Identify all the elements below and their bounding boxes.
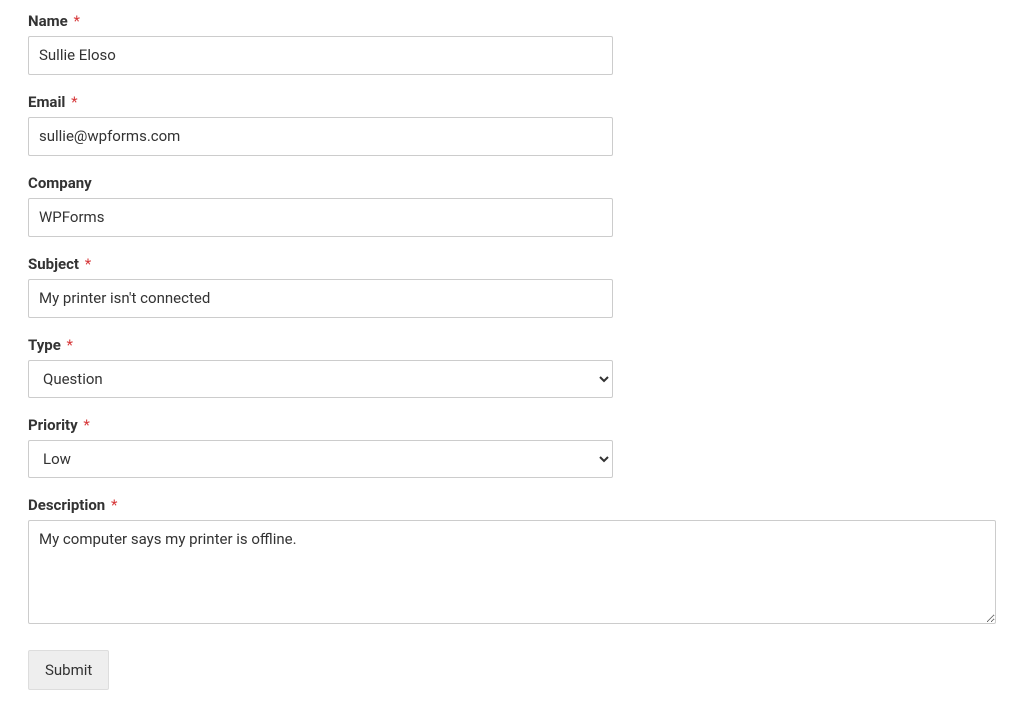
name-input[interactable] <box>28 36 613 75</box>
type-field-group: Type * Question <box>28 336 996 398</box>
type-label: Type * <box>28 336 996 354</box>
description-field-group: Description * <box>28 496 996 628</box>
subject-label: Subject * <box>28 255 996 273</box>
description-textarea[interactable] <box>28 520 996 624</box>
email-label: Email * <box>28 93 996 111</box>
description-label-text: Description <box>28 496 105 514</box>
required-asterisk: * <box>111 496 117 514</box>
support-ticket-form: Name * Email * Company Subject * Type * … <box>28 12 996 690</box>
company-label-text: Company <box>28 174 92 192</box>
required-asterisk: * <box>83 416 89 434</box>
priority-label: Priority * <box>28 416 996 434</box>
submit-button[interactable]: Submit <box>28 650 109 690</box>
priority-select[interactable]: Low <box>28 440 613 478</box>
required-asterisk: * <box>85 255 91 273</box>
email-input[interactable] <box>28 117 613 156</box>
type-select[interactable]: Question <box>28 360 613 398</box>
description-label: Description * <box>28 496 996 514</box>
company-label: Company <box>28 174 996 192</box>
required-asterisk: * <box>71 93 77 111</box>
subject-input[interactable] <box>28 279 613 318</box>
company-input[interactable] <box>28 198 613 237</box>
type-label-text: Type <box>28 336 61 354</box>
company-field-group: Company <box>28 174 996 237</box>
name-label-text: Name <box>28 12 68 30</box>
priority-label-text: Priority <box>28 416 78 434</box>
required-asterisk: * <box>73 12 79 30</box>
email-field-group: Email * <box>28 93 996 156</box>
required-asterisk: * <box>67 336 73 354</box>
email-label-text: Email <box>28 93 65 111</box>
name-field-group: Name * <box>28 12 996 75</box>
name-label: Name * <box>28 12 996 30</box>
priority-field-group: Priority * Low <box>28 416 996 478</box>
subject-field-group: Subject * <box>28 255 996 318</box>
subject-label-text: Subject <box>28 255 79 273</box>
